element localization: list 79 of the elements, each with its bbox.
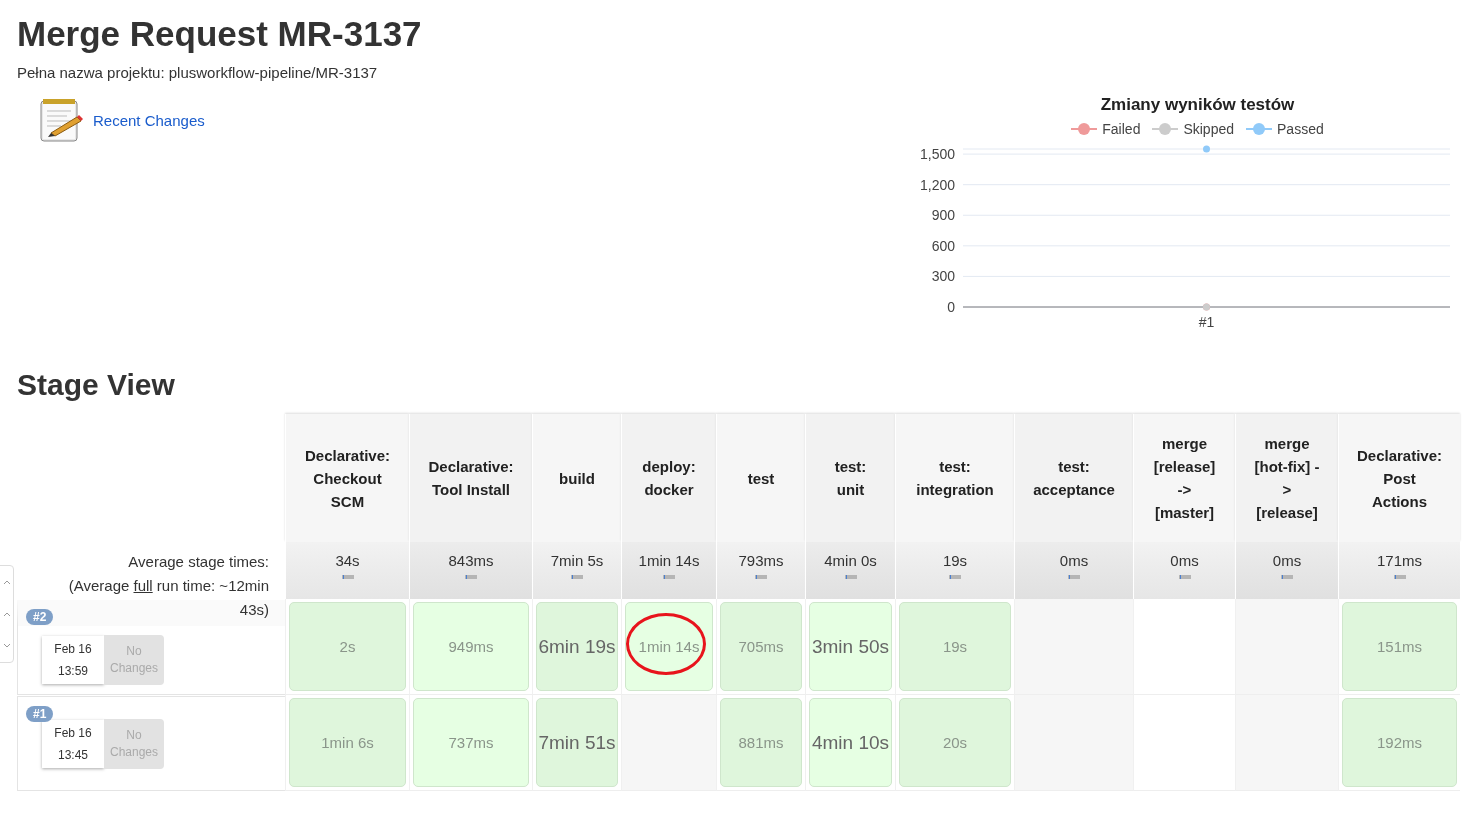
y-tick-label: 0	[947, 299, 955, 315]
y-tick-label: 300	[931, 268, 955, 285]
average-time: 793ms	[738, 552, 784, 569]
duration-bar-icon	[571, 575, 583, 579]
average-time: 0ms	[1272, 552, 1302, 569]
duration-bar-icon	[755, 575, 767, 579]
legend-item[interactable]: Failed	[1071, 121, 1141, 137]
stage-header: test: unit	[805, 414, 895, 542]
stage-result[interactable]: 6min 19s	[536, 602, 618, 691]
legend-label: Passed	[1277, 121, 1324, 137]
project-full-name: Pełna nazwa projektu: plusworkflow-pipeline/MR-3137	[17, 64, 379, 81]
y-tick-label: 900	[931, 207, 955, 224]
duration-bar-icon	[1178, 575, 1191, 579]
y-tick-label: 1,200	[919, 176, 955, 193]
duration-bar-icon	[1393, 575, 1406, 579]
section-title: Stage View	[17, 368, 176, 402]
stage-header: test	[716, 414, 805, 542]
duration-bar-icon	[663, 575, 675, 579]
average-label: Average stage times:	[128, 552, 269, 572]
duration-bar-icon	[844, 575, 857, 579]
duration-bar-icon	[465, 575, 477, 579]
legend-item[interactable]: Passed	[1246, 121, 1324, 137]
average-time: 0ms	[1059, 552, 1089, 569]
stage-result[interactable]: 4min 10s	[809, 698, 892, 787]
full-link[interactable]: full	[133, 577, 153, 594]
stage-result[interactable]: 949ms	[413, 602, 529, 691]
y-tick-label: 1,500	[919, 146, 955, 163]
average-time: 1min 14s	[638, 552, 700, 569]
build-date-card[interactable]: Feb 16 13:59	[42, 636, 104, 684]
chevron-up-icon[interactable]	[3, 611, 11, 617]
average-time: 19s	[942, 552, 968, 569]
stage-result[interactable]: 737ms	[413, 698, 529, 787]
stage-result[interactable]: 151ms	[1342, 602, 1457, 691]
stage-result[interactable]: 705ms	[720, 602, 802, 691]
stage-header: Declarative: Checkout SCM	[285, 414, 409, 542]
build-date-card[interactable]: Feb 16 13:45	[42, 719, 104, 768]
stage-result[interactable]: 881ms	[720, 698, 802, 787]
duration-bar-icon	[1281, 575, 1293, 579]
stage-header: test: acceptance	[1014, 414, 1133, 542]
changes-box[interactable]: No Changes	[104, 635, 164, 685]
data-point	[1203, 145, 1210, 153]
stage-header: merge [release] -> [master]	[1133, 414, 1235, 542]
stage-header: Declarative: Post Actions	[1338, 414, 1460, 542]
average-time: 0ms	[1170, 552, 1199, 569]
page-title: Merge Request MR-3137	[17, 13, 422, 55]
legend-label: Skipped	[1183, 121, 1235, 137]
recent-changes-link[interactable]: Recent Changes	[93, 111, 205, 129]
stage-header: Declarative: Tool Install	[409, 414, 532, 542]
stage-result[interactable]: 3min 50s	[809, 602, 892, 691]
average-time: 7min 5s	[550, 552, 604, 569]
stage-result[interactable]: 1min 14s	[625, 602, 713, 691]
stage-header: test: integration	[895, 414, 1014, 542]
stage-result[interactable]: 20s	[899, 698, 1011, 787]
chevron-down-icon[interactable]	[3, 643, 11, 649]
average-time: 4min 0s	[824, 552, 877, 569]
build-number-badge[interactable]: #2	[26, 609, 54, 625]
changes-box[interactable]: No Changes	[104, 718, 164, 769]
x-tick-label: #1	[1198, 314, 1215, 329]
average-time: 843ms	[448, 552, 494, 569]
stage-result[interactable]: 19s	[899, 602, 1011, 691]
stage-header: merge [hot-fix] -> [release]	[1235, 414, 1338, 542]
stage-result[interactable]: 2s	[289, 602, 406, 691]
duration-bar-icon	[341, 575, 354, 579]
y-tick-label: 600	[931, 237, 955, 254]
stage-header: build	[532, 414, 621, 542]
stage-result[interactable]: 1min 6s	[289, 698, 406, 787]
chevron-up-icon[interactable]	[3, 579, 11, 585]
duration-bar-icon	[1068, 575, 1080, 579]
stage-result[interactable]: 7min 51s	[536, 698, 618, 787]
legend-label: Failed	[1102, 121, 1141, 137]
legend-item[interactable]: Skipped	[1152, 121, 1234, 137]
average-time: 34s	[335, 552, 360, 569]
full-run-time-note: (Average full run time: ~12min 43s)	[67, 576, 269, 620]
chart-title: Zmiany wyników testów	[1100, 95, 1295, 115]
stage-header: deploy: docker	[621, 414, 716, 542]
build-number-badge[interactable]: #1	[26, 706, 54, 722]
duration-bar-icon	[949, 575, 961, 579]
average-time: 171ms	[1377, 552, 1422, 569]
stage-result[interactable]: 192ms	[1342, 698, 1457, 787]
